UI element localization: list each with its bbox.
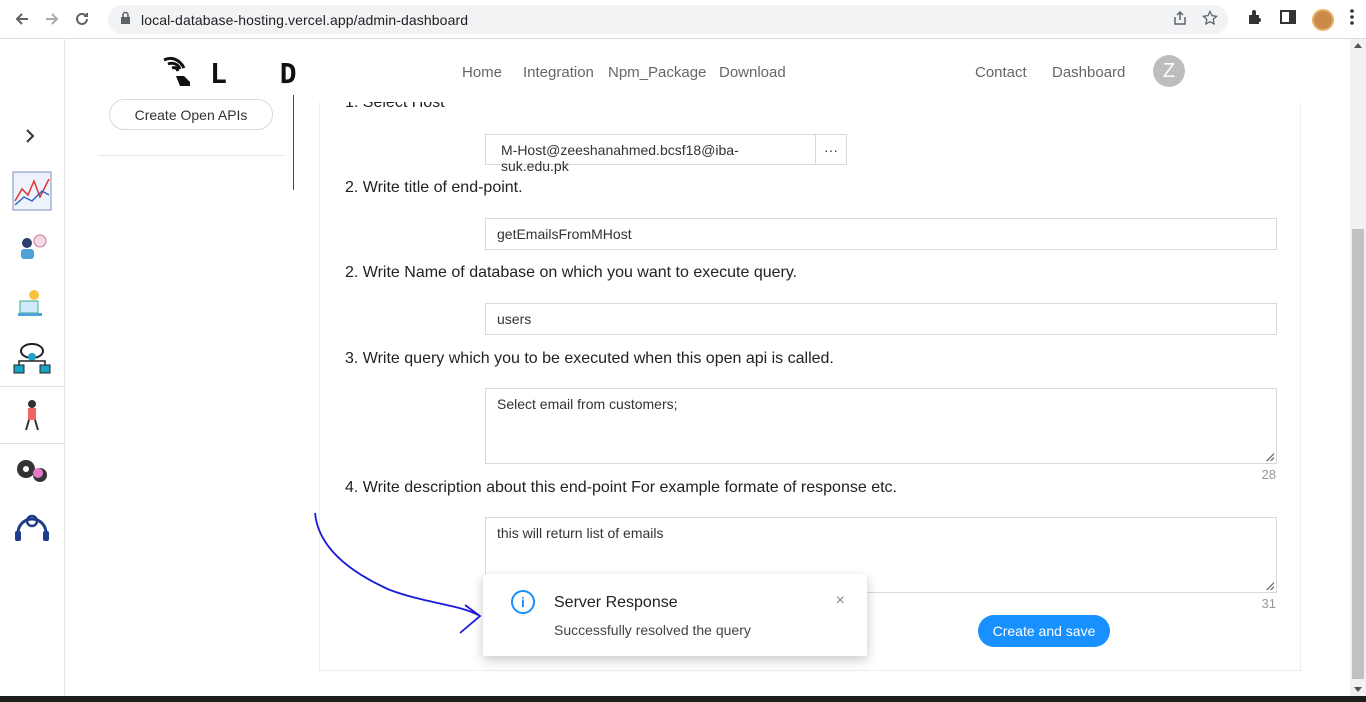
host-select[interactable]: M-Host@zeeshanahmed.bcsf18@iba-suk.edu.p… xyxy=(485,134,816,174)
query-char-count: 28 xyxy=(1261,467,1276,482)
browser-toolbar: local-database-hosting.vercel.app/admin-… xyxy=(0,0,1366,39)
url-text: local-database-hosting.vercel.app/admin-… xyxy=(141,11,469,28)
lock-icon xyxy=(120,11,131,29)
left-icon-sidebar xyxy=(0,39,65,702)
share-icon[interactable] xyxy=(1172,10,1188,31)
back-icon[interactable] xyxy=(7,4,37,34)
scroll-up-icon[interactable] xyxy=(1354,43,1362,48)
scroll-down-icon[interactable] xyxy=(1354,687,1362,692)
database-name-input[interactable]: users xyxy=(485,303,1277,335)
step4-label: 4. Write description about this end-poin… xyxy=(345,479,897,496)
server-response-notification: i Server Response Successfully resolved … xyxy=(483,574,867,656)
scrollbar-thumb[interactable] xyxy=(1352,229,1364,679)
nav-contact[interactable]: Contact xyxy=(975,64,1027,81)
menu-kebab-icon[interactable] xyxy=(1350,9,1354,30)
top-navigation: Home Integration Npm_Package Download Co… xyxy=(320,56,1300,102)
description-char-count: 31 xyxy=(1261,596,1276,611)
description-text: this will return list of emails xyxy=(497,525,664,541)
cloud-network-icon[interactable] xyxy=(12,339,52,379)
nav-home[interactable]: Home xyxy=(462,64,502,81)
page-scrollbar[interactable] xyxy=(1350,39,1366,696)
resize-handle[interactable] xyxy=(1266,582,1274,590)
resize-handle[interactable] xyxy=(1266,453,1274,461)
user-avatar[interactable]: Z xyxy=(1153,55,1185,87)
notification-message: Successfully resolved the query xyxy=(554,622,751,638)
forward-icon[interactable] xyxy=(37,4,67,34)
chevron-right-icon[interactable] xyxy=(24,127,36,150)
wifi-hand-logo-icon xyxy=(160,54,196,93)
endpoint-title-input[interactable]: getEmailsFromMHost xyxy=(485,218,1277,250)
nav-npm-package[interactable]: Npm_Package xyxy=(608,64,706,81)
extensions-icon[interactable] xyxy=(1246,8,1264,31)
close-icon[interactable]: × xyxy=(836,592,845,610)
taskbar-strip xyxy=(0,696,1366,702)
reload-icon[interactable] xyxy=(67,4,97,34)
sidepanel-icon[interactable] xyxy=(1280,9,1296,30)
vertical-divider xyxy=(293,95,294,190)
person-chat-illustration-icon[interactable] xyxy=(12,227,52,267)
create-and-save-button[interactable]: Create and save xyxy=(978,615,1110,647)
person-presenting-illustration-icon[interactable] xyxy=(12,395,52,435)
nav-download[interactable]: Download xyxy=(719,64,786,81)
divider xyxy=(98,155,284,156)
step3-label: 3. Write query which you to be executed … xyxy=(345,350,834,367)
info-icon: i xyxy=(511,590,535,614)
host-more-button[interactable]: ··· xyxy=(815,134,847,165)
notification-title: Server Response xyxy=(554,594,678,611)
address-bar[interactable]: local-database-hosting.vercel.app/admin-… xyxy=(108,5,1228,34)
step2b-label: 2. Write Name of database on which you w… xyxy=(345,264,798,281)
nav-dashboard[interactable]: Dashboard xyxy=(1052,64,1125,81)
nav-integration[interactable]: Integration xyxy=(523,64,594,81)
query-textarea[interactable]: Select email from customers; xyxy=(485,388,1277,464)
annotation-arrow xyxy=(314,512,482,634)
step2-label: 2. Write title of end-point. xyxy=(345,179,523,196)
chrome-profile-avatar[interactable] xyxy=(1312,8,1334,31)
chart-illustration-icon[interactable] xyxy=(12,171,52,211)
headset-support-icon[interactable] xyxy=(12,507,52,547)
query-text: Select email from customers; xyxy=(497,396,678,412)
bookmark-star-icon[interactable] xyxy=(1201,9,1219,31)
gears-person-illustration-icon[interactable] xyxy=(12,451,52,491)
create-open-apis-button[interactable]: Create Open APIs xyxy=(109,99,273,130)
person-laptop-illustration-icon[interactable] xyxy=(12,283,52,323)
